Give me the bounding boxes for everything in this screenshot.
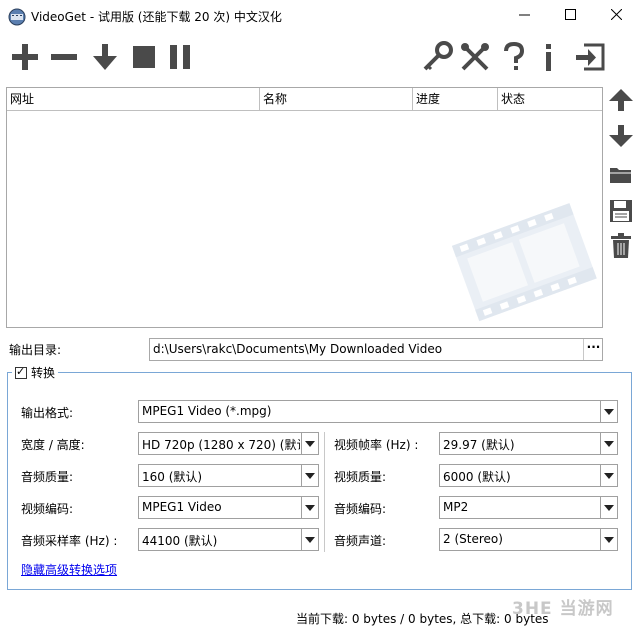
download-list[interactable]: 网址 名称 进度 状态	[6, 87, 603, 328]
size-dropdown[interactable]: HD 720p (1280 x 720) (默认	[138, 432, 319, 455]
chevron-down-icon[interactable]	[600, 433, 617, 454]
download-button[interactable]	[88, 40, 122, 74]
convert-checkbox[interactable]	[15, 365, 27, 379]
video-codec-label: 视频编码:	[21, 502, 74, 516]
add-button[interactable]	[8, 40, 42, 74]
format-label: 输出格式:	[21, 406, 74, 420]
output-dir-label: 输出目录:	[9, 343, 62, 357]
delete-button[interactable]	[607, 232, 635, 262]
column-header-progress[interactable]: 进度	[413, 88, 498, 110]
audio-quality-label: 音频质量:	[21, 470, 74, 484]
output-dir-field[interactable]: d:\Users\rakc\Documents\My Downloaded Vi…	[149, 338, 603, 361]
minimize-icon	[518, 9, 530, 23]
chevron-down-icon[interactable]	[301, 433, 318, 454]
maximize-icon	[564, 9, 576, 23]
channels-value: 2 (Stereo)	[443, 532, 503, 546]
stop-icon	[132, 45, 156, 69]
window-title: VideoGet - 试用版 (还能下载 20 次) 中文汉化	[31, 10, 282, 24]
framerate-dropdown[interactable]: 29.97 (默认)	[439, 432, 618, 455]
exit-button[interactable]	[573, 40, 607, 74]
help-icon	[501, 41, 527, 73]
browse-button[interactable]: ···	[583, 339, 603, 360]
help-button[interactable]	[497, 40, 531, 74]
remove-button[interactable]	[47, 40, 81, 74]
save-icon	[609, 199, 633, 226]
sample-rate-dropdown[interactable]: 44100 (默认)	[138, 528, 319, 551]
video-quality-label: 视频质量:	[334, 470, 387, 484]
arrow-up-icon	[609, 88, 633, 115]
info-icon	[541, 41, 555, 73]
stop-button[interactable]	[127, 40, 161, 74]
chevron-down-icon[interactable]	[301, 465, 318, 486]
close-icon	[610, 8, 622, 23]
channels-label: 音频声道:	[334, 534, 387, 548]
video-codec-value: MPEG1 Video	[142, 500, 222, 514]
column-header-url[interactable]: 网址	[7, 88, 260, 110]
app-logo-icon	[8, 8, 26, 26]
trash-icon	[610, 232, 632, 262]
format-dropdown[interactable]: MPEG1 Video (*.mpg)	[138, 400, 618, 423]
chevron-down-icon[interactable]	[600, 401, 617, 422]
sample-rate-value: 44100 (默认)	[142, 534, 218, 548]
arrow-down-icon	[609, 124, 633, 151]
chevron-down-icon[interactable]	[600, 497, 617, 518]
open-folder-button[interactable]	[607, 162, 635, 190]
move-down-button[interactable]	[607, 123, 635, 151]
chevron-down-icon[interactable]	[301, 529, 318, 550]
about-button[interactable]	[531, 40, 565, 74]
chevron-down-icon[interactable]	[600, 465, 617, 486]
key-icon	[421, 41, 453, 73]
audio-codec-label: 音频编码:	[334, 502, 387, 516]
download-icon	[91, 43, 119, 71]
framerate-label: 视频帧率 (Hz) :	[334, 438, 419, 452]
list-header: 网址 名称 进度 状态	[7, 88, 602, 111]
license-key-button[interactable]	[420, 40, 454, 74]
status-text: 当前下载: 0 bytes / 0 bytes, 总下载: 0 bytes	[296, 612, 549, 626]
convert-label: 转换	[31, 366, 56, 380]
close-button[interactable]	[593, 0, 639, 32]
output-dir-value: d:\Users\rakc\Documents\My Downloaded Vi…	[153, 342, 443, 356]
title-bar: VideoGet - 试用版 (还能下载 20 次) 中文汉化	[0, 0, 639, 34]
film-watermark-icon	[447, 198, 597, 327]
maximize-button[interactable]	[547, 0, 593, 32]
size-value: HD 720p (1280 x 720) (默认	[142, 438, 300, 452]
settings-button[interactable]	[458, 40, 492, 74]
audio-codec-value: MP2	[443, 500, 469, 514]
tools-icon	[459, 41, 491, 73]
chevron-down-icon[interactable]	[301, 497, 318, 518]
chevron-down-icon[interactable]	[600, 529, 617, 550]
audio-quality-value: 160 (默认)	[142, 470, 203, 484]
column-header-status[interactable]: 状态	[498, 88, 602, 110]
format-value: MPEG1 Video (*.mpg)	[142, 404, 272, 418]
sample-rate-label: 音频采样率 (Hz) :	[21, 534, 118, 548]
move-up-button[interactable]	[607, 87, 635, 115]
pause-button[interactable]	[163, 40, 197, 74]
size-label: 宽度 / 高度:	[21, 438, 85, 452]
pause-icon	[168, 44, 192, 70]
framerate-value: 29.97 (默认)	[443, 438, 515, 452]
add-icon	[11, 43, 39, 71]
video-quality-dropdown[interactable]: 6000 (默认)	[439, 464, 618, 487]
folder-icon	[609, 165, 633, 188]
save-list-button[interactable]	[607, 198, 635, 226]
column-divider	[324, 432, 325, 552]
video-quality-value: 6000 (默认)	[443, 470, 511, 484]
convert-legend[interactable]: 转换	[12, 364, 59, 381]
video-codec-dropdown[interactable]: MPEG1 Video	[138, 496, 319, 519]
remove-icon	[50, 43, 78, 71]
corner-watermark-logo: 3HE 当游网	[512, 599, 614, 619]
minimize-button[interactable]	[501, 0, 547, 32]
hide-advanced-link[interactable]: 隐藏高级转换选项	[21, 561, 117, 578]
exit-icon	[574, 42, 606, 72]
channels-dropdown[interactable]: 2 (Stereo)	[439, 528, 618, 551]
column-header-name[interactable]: 名称	[260, 88, 413, 110]
audio-codec-dropdown[interactable]: MP2	[439, 496, 618, 519]
audio-quality-dropdown[interactable]: 160 (默认)	[138, 464, 319, 487]
